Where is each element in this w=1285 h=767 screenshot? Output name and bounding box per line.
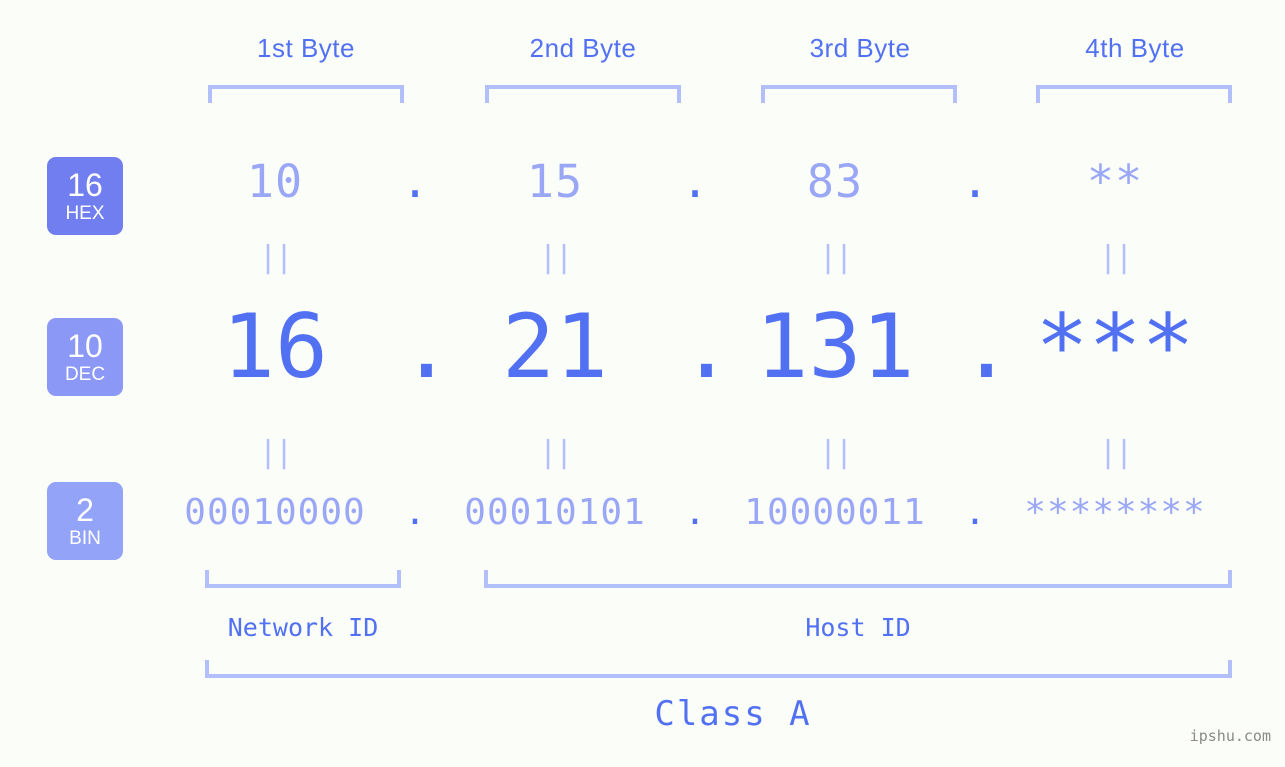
equals-mark-4: || — [1098, 240, 1133, 275]
hex-byte-3: 83 — [806, 155, 864, 208]
equals-mark-8: || — [1098, 435, 1133, 470]
base-badge-bin-number: 2 — [76, 492, 94, 528]
base-badge-dec-number: 10 — [67, 328, 103, 364]
bin-byte-2: 00010101 — [464, 492, 646, 533]
byte-header-4: 4th Byte — [1085, 33, 1185, 63]
equals-mark-7: || — [818, 435, 853, 470]
hex-byte-1: 10 — [246, 155, 304, 208]
class-bracket — [205, 660, 1232, 678]
equals-mark-3: || — [818, 240, 853, 275]
bin-separator-2: . — [684, 492, 706, 533]
class-label: Class A — [654, 694, 812, 734]
byte-bracket-2 — [485, 85, 681, 103]
equals-row-dec-bin: || || || || — [150, 438, 1270, 468]
host-id-label: Host ID — [805, 613, 911, 642]
base-badge-dec-name: DEC — [64, 364, 106, 385]
dec-byte-3: 131 — [755, 295, 915, 398]
bin-value-row: 00010000 . 00010101 . 10000011 . *******… — [150, 492, 1270, 533]
dec-separator-2: . — [680, 295, 733, 398]
base-badge-hex-number: 16 — [67, 167, 103, 203]
base-badge-bin: 2 BIN — [47, 482, 123, 560]
base-badge-bin-name: BIN — [69, 528, 101, 549]
hex-separator-2: . — [681, 155, 709, 208]
equals-row-hex-dec: || || || || — [150, 243, 1270, 273]
hex-value-row: 10 . 15 . 83 . ** — [150, 155, 1270, 208]
bin-byte-1: 00010000 — [184, 492, 366, 533]
byte-bracket-1 — [208, 85, 404, 103]
host-id-bracket — [484, 570, 1232, 588]
hex-byte-4: ** — [1086, 155, 1144, 208]
hex-separator-1: . — [401, 155, 429, 208]
ip-address-breakdown-diagram: 1st Byte 2nd Byte 3rd Byte 4th Byte 16 H… — [0, 0, 1285, 767]
equals-mark-2: || — [538, 240, 573, 275]
equals-mark-6: || — [538, 435, 573, 470]
byte-bracket-3 — [761, 85, 957, 103]
byte-bracket-4 — [1036, 85, 1232, 103]
dec-byte-4: *** — [1035, 295, 1195, 398]
network-id-label: Network ID — [227, 613, 379, 642]
base-badge-hex: 16 HEX — [47, 157, 123, 235]
dec-byte-1: 16 — [222, 295, 328, 398]
bin-byte-4: ******** — [1024, 492, 1206, 533]
dec-value-row: 16 . 21 . 131 . *** — [150, 295, 1270, 398]
dec-byte-2: 21 — [502, 295, 608, 398]
base-badge-dec: 10 DEC — [47, 318, 123, 396]
base-badge-hex-name: HEX — [65, 203, 105, 224]
bin-separator-1: . — [404, 492, 426, 533]
byte-header-3: 3rd Byte — [809, 33, 911, 63]
equals-mark-5: || — [258, 435, 293, 470]
hex-byte-2: 15 — [526, 155, 584, 208]
equals-mark-1: || — [258, 240, 293, 275]
network-id-bracket — [205, 570, 401, 588]
byte-header-1: 1st Byte — [257, 33, 355, 63]
dec-separator-3: . — [960, 295, 1013, 398]
bin-byte-3: 10000011 — [744, 492, 926, 533]
hex-separator-3: . — [961, 155, 989, 208]
site-watermark: ipshu.com — [1189, 727, 1271, 745]
bin-separator-3: . — [964, 492, 986, 533]
byte-header-2: 2nd Byte — [529, 33, 637, 63]
dec-separator-1: . — [400, 295, 453, 398]
